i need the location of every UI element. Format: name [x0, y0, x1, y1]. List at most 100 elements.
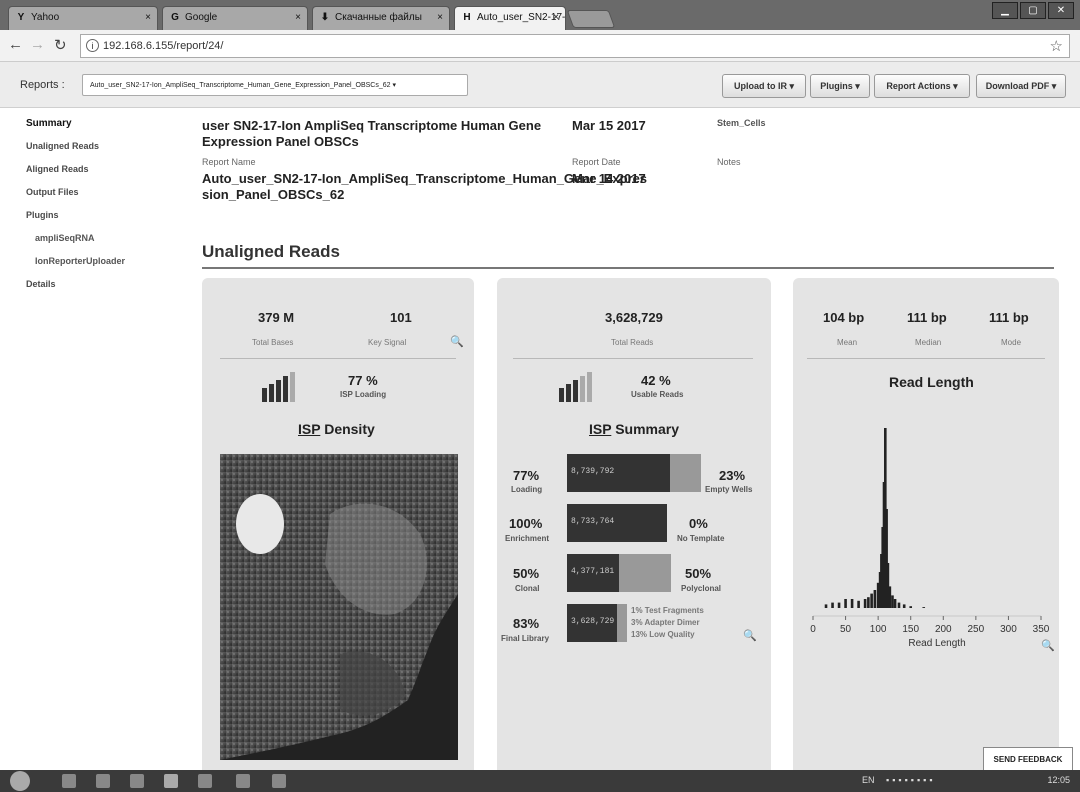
histogram-bar [863, 599, 867, 608]
x-axis-label: Read Length [908, 638, 965, 649]
isp-summary-card: 3,628,729 Total Reads 42 % Usable Reads … [497, 278, 771, 778]
start-button-icon[interactable] [10, 771, 30, 791]
report-favicon-icon: H [463, 12, 471, 23]
report-select[interactable]: Auto_user_SN2-17-Ion_AmpliSeq_Transcript… [82, 74, 468, 96]
pdf-icon[interactable] [236, 774, 250, 788]
tab-yahoo[interactable]: Y Yahoo × [8, 6, 158, 30]
final-library-bar[interactable]: 3,628,729 [567, 604, 627, 642]
empty-wells-label: Empty Wells [705, 485, 753, 494]
sidebar-item-summary[interactable]: Summary [26, 118, 176, 141]
usable-reads-label: Usable Reads [631, 390, 684, 399]
isp-summary-title-rest: Summary [611, 421, 680, 437]
forward-arrow-icon[interactable]: → [30, 36, 45, 53]
zoom-icon[interactable]: 🔍 [1041, 640, 1055, 652]
tab-report[interactable]: H Auto_user_SN2-17-Ion_A × [454, 6, 566, 30]
isp-density-heatmap[interactable] [220, 454, 458, 760]
read-length-histogram[interactable]: 0 50 100 150 200 250 300 350 Read Length [793, 418, 1059, 668]
total-reads-value: 3,628,729 [605, 310, 663, 325]
tab-downloads[interactable]: ⬇ Скачанные файлы × [312, 6, 450, 30]
new-tab-button[interactable] [566, 10, 616, 28]
histogram-bar [844, 599, 847, 608]
section-divider [202, 267, 1054, 269]
close-icon[interactable]: × [553, 12, 559, 23]
isp-density-title-rest: Density [320, 421, 375, 437]
reload-icon[interactable]: ↻ [54, 36, 67, 54]
divider [220, 358, 456, 359]
media-player-icon[interactable] [130, 774, 144, 788]
histogram-bar [857, 600, 860, 608]
back-arrow-icon[interactable]: ← [8, 36, 23, 53]
chrome-icon[interactable] [164, 774, 178, 788]
zoom-icon[interactable]: 🔍 [450, 336, 464, 348]
folder-icon[interactable] [198, 774, 212, 788]
isp-abbreviation: ISP [298, 421, 321, 437]
isp-loading-label: ISP Loading [340, 390, 387, 399]
close-icon[interactable]: × [295, 12, 301, 23]
histogram-bar [888, 586, 892, 608]
clonal-bar-value: 4,377,181 [571, 567, 615, 576]
sidebar-item-output-files[interactable]: Output Files [26, 187, 176, 210]
language-indicator[interactable]: EN [862, 775, 875, 785]
total-reads-label: Total Reads [611, 338, 654, 347]
histogram-bar [867, 597, 870, 608]
enrichment-pct: 100% [509, 516, 543, 531]
divider [807, 358, 1045, 359]
histogram-bar [850, 599, 854, 608]
mean-value: 104 bp [823, 310, 865, 325]
report-date: Mar 14 2017 [572, 171, 646, 186]
close-icon[interactable]: × [145, 12, 151, 23]
signal-bars-icon [262, 372, 295, 402]
reports-label: Reports : [20, 79, 65, 91]
report-name-label: Report Name [202, 157, 256, 167]
taskbar-app-icon[interactable] [272, 774, 286, 788]
usable-reads-pct: 42 % [641, 373, 671, 388]
sidebar-item-aligned-reads[interactable]: Aligned Reads [26, 164, 176, 187]
sidebar-item-details[interactable]: Details [26, 279, 176, 302]
minimize-icon[interactable]: ▁ [992, 2, 1018, 19]
tab-label: Скачанные файлы [335, 12, 422, 23]
close-icon[interactable]: × [437, 12, 443, 23]
x-tick-label: 150 [902, 624, 919, 635]
tab-google[interactable]: G Google × [162, 6, 308, 30]
loading-bar[interactable]: 8,739,792 [567, 454, 701, 492]
enrichment-label: Enrichment [505, 534, 550, 543]
sidebar-item-unaligned-reads[interactable]: Unaligned Reads [26, 141, 176, 164]
isp-density-title: ISP Density [298, 421, 375, 437]
report-date-label: Report Date [572, 157, 621, 167]
key-signal-value: 101 [390, 310, 412, 325]
mode-value: 111 bp [989, 310, 1029, 325]
sample-name: Stem_Cells [717, 118, 766, 128]
no-template-label: No Template [677, 534, 725, 543]
no-template-pct: 0% [689, 516, 708, 531]
x-tick-label: 50 [840, 624, 852, 635]
run-date: Mar 15 2017 [572, 118, 646, 133]
plugins-button[interactable]: Plugins ▾ [810, 74, 870, 98]
signal-bars-icon [559, 372, 592, 402]
taskbar-app-icon[interactable] [96, 774, 110, 788]
zoom-icon[interactable]: 🔍 [743, 630, 757, 642]
system-tray-icons[interactable]: ▪▪▪▪▪▪▪▪ [886, 775, 936, 785]
test-fragments-note: 1% Test Fragments [631, 606, 704, 615]
section-title: Unaligned Reads [202, 242, 340, 261]
info-icon[interactable]: i [86, 39, 99, 52]
upload-to-ir-button[interactable]: Upload to IR ▾ [722, 74, 806, 98]
url-input[interactable]: i 192.168.6.155/report/24/ ☆ [80, 34, 1070, 58]
maximize-icon[interactable]: ▢ [1020, 2, 1046, 19]
close-window-icon[interactable]: ✕ [1048, 2, 1074, 19]
enrichment-bar-value: 8,733,764 [571, 517, 615, 526]
report-actions-button[interactable]: Report Actions ▾ [874, 74, 970, 98]
explorer-icon[interactable] [62, 774, 76, 788]
sidebar-item-plugins[interactable]: Plugins [26, 210, 176, 233]
histogram-bar [831, 602, 834, 608]
download-pdf-button[interactable]: Download PDF ▾ [976, 74, 1066, 98]
clonal-bar[interactable]: 4,377,181 [567, 554, 671, 592]
sidebar-item-ionreporteruploader[interactable]: IonReporterUploader [26, 256, 176, 279]
notes-label: Notes [717, 157, 741, 167]
x-tick-label: 350 [1033, 624, 1050, 635]
sidebar-item-ampliseqrna[interactable]: ampliSeqRNA [26, 233, 176, 256]
bookmark-star-icon[interactable]: ☆ [1050, 37, 1063, 55]
loading-label: Loading [511, 485, 543, 494]
histogram-bar [902, 604, 906, 608]
url-text: 192.168.6.155/report/24/ [103, 40, 224, 52]
enrichment-bar[interactable]: 8,733,764 [567, 504, 667, 542]
